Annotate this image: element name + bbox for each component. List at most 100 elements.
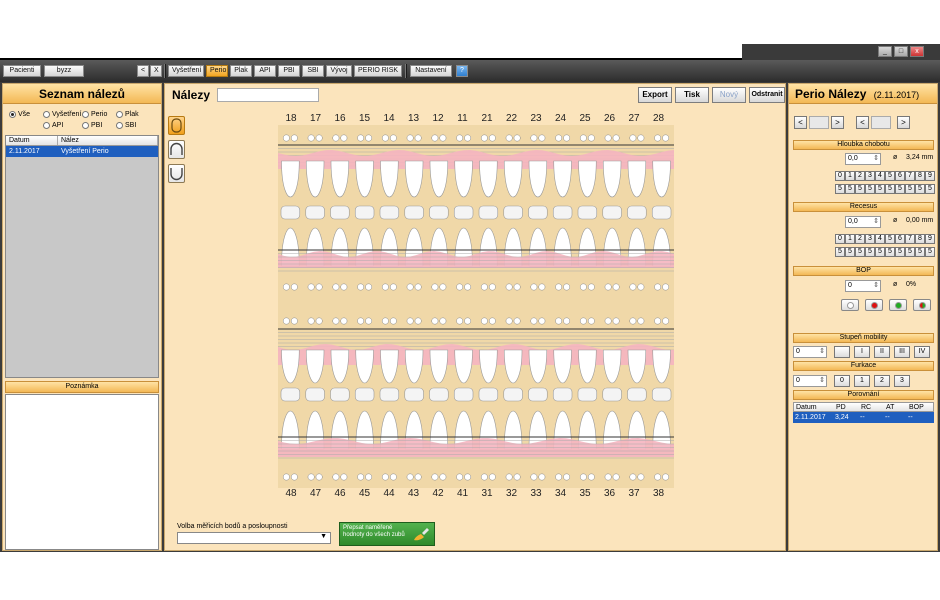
furcation-option-3[interactable]: 3 (894, 375, 910, 387)
recession-digit-button[interactable]: 4 (875, 234, 885, 244)
new-button[interactable]: Nový (712, 87, 746, 103)
tooth-number-lower[interactable]: 32 (502, 488, 522, 499)
furcation-input[interactable]: 0 (793, 375, 827, 387)
tooth-number-lower[interactable]: 41 (453, 488, 473, 499)
filter-plak[interactable]: Plak (116, 111, 139, 118)
recession-digit-button[interactable]: 5 (895, 247, 905, 257)
recession-digit-button[interactable]: 5 (855, 247, 865, 257)
tooth-number-lower[interactable]: 38 (649, 488, 669, 499)
recession-digit-button[interactable]: 1 (845, 234, 855, 244)
tooth-number-lower[interactable]: 33 (526, 488, 546, 499)
pocket-digit-button[interactable]: 5 (925, 184, 935, 194)
filter-perio[interactable]: Perio (82, 111, 107, 118)
sequence-select[interactable]: ▼ (177, 532, 331, 544)
pocket-digit-button[interactable]: 5 (845, 184, 855, 194)
tooth-number-upper[interactable]: 27 (624, 113, 644, 124)
tooth-number-upper[interactable]: 25 (575, 113, 595, 124)
tab-pbi[interactable]: PBI (278, 65, 300, 77)
tab-sbi[interactable]: SBI (302, 65, 324, 77)
recession-digit-button[interactable]: 5 (905, 247, 915, 257)
recession-digit-button[interactable]: 5 (865, 247, 875, 257)
close-patient-button[interactable]: X (150, 65, 162, 77)
bop-input[interactable]: 0 (845, 280, 881, 292)
recession-digit-button[interactable]: 0 (835, 234, 845, 244)
filter-all[interactable]: Vše (9, 111, 30, 118)
patient-name-field[interactable]: byzz (44, 65, 84, 77)
pocket-digit-button[interactable]: 5 (855, 184, 865, 194)
prev-tooth-button[interactable]: < (794, 116, 807, 129)
recession-digit-button[interactable]: 5 (875, 247, 885, 257)
tooth-number-upper[interactable]: 22 (502, 113, 522, 124)
tooth-number-upper[interactable]: 12 (428, 113, 448, 124)
tooth-number-upper[interactable]: 16 (330, 113, 350, 124)
tooth-number-upper[interactable]: 13 (404, 113, 424, 124)
recession-digit-button[interactable]: 5 (915, 247, 925, 257)
dental-chart[interactable] (278, 125, 674, 488)
pocket-digit-button[interactable]: 8 (915, 171, 925, 181)
tooth-number-lower[interactable]: 47 (306, 488, 326, 499)
pocket-digit-button[interactable]: 5 (885, 184, 895, 194)
recession-digit-button[interactable]: 8 (915, 234, 925, 244)
filter-vysetreni[interactable]: Vyšetření (43, 111, 81, 118)
pocket-digit-button[interactable]: 7 (905, 171, 915, 181)
tooth-number-lower[interactable]: 34 (551, 488, 571, 499)
next-tooth-button[interactable]: > (831, 116, 844, 129)
table-row[interactable]: 2.11.2017 Vyšetření Perio (6, 146, 158, 157)
recession-digit-button[interactable]: 5 (925, 247, 935, 257)
pocket-digit-button[interactable]: 5 (835, 184, 845, 194)
note-textarea[interactable] (5, 394, 159, 550)
tooth-number-lower[interactable]: 46 (330, 488, 350, 499)
recession-input[interactable]: 0,0 (845, 216, 881, 228)
tooth-number-lower[interactable]: 37 (624, 488, 644, 499)
lower-arch-tool[interactable] (168, 164, 185, 183)
tooth-number-upper[interactable]: 26 (600, 113, 620, 124)
patients-button[interactable]: Pacienti (3, 65, 41, 77)
recession-digit-button[interactable]: 5 (845, 247, 855, 257)
mobility-option-0[interactable] (834, 346, 850, 358)
filter-sbi[interactable]: SBI (116, 122, 136, 129)
recession-digit-button[interactable]: 6 (895, 234, 905, 244)
recession-digit-button[interactable]: 2 (855, 234, 865, 244)
tab-plak[interactable]: Plak (230, 65, 252, 77)
furcation-option-1[interactable]: 1 (854, 375, 870, 387)
upper-arch-tool[interactable] (168, 140, 185, 159)
maximize-button[interactable]: □ (894, 46, 908, 57)
tab-api[interactable]: API (254, 65, 276, 77)
tooth-number-lower[interactable]: 45 (355, 488, 375, 499)
pocket-digit-button[interactable]: 5 (905, 184, 915, 194)
settings-button[interactable]: Nastavení (410, 65, 452, 77)
tooth-number-lower[interactable]: 48 (281, 488, 301, 499)
prev-button[interactable]: < (137, 65, 149, 77)
recession-digit-button[interactable]: 5 (835, 247, 845, 257)
recession-digit-button[interactable]: 7 (905, 234, 915, 244)
next-site-button[interactable]: > (897, 116, 910, 129)
tooth-number-lower[interactable]: 44 (379, 488, 399, 499)
pocket-digit-button[interactable]: 5 (865, 184, 875, 194)
tooth-view-tool[interactable] (168, 116, 185, 135)
tooth-number-lower[interactable]: 31 (477, 488, 497, 499)
pocket-digit-button[interactable]: 2 (855, 171, 865, 181)
mobility-input[interactable]: 0 (793, 346, 827, 358)
tooth-number-upper[interactable]: 18 (281, 113, 301, 124)
table-row[interactable]: 2.11.2017 3,24 -- -- -- (793, 412, 934, 423)
pocket-digit-button[interactable]: 6 (895, 171, 905, 181)
pocket-digit-button[interactable]: 9 (925, 171, 935, 181)
tooth-number-upper[interactable]: 21 (477, 113, 497, 124)
tab-perio-risk[interactable]: PERIO RISK (354, 65, 402, 77)
recession-digit-button[interactable]: 5 (885, 247, 895, 257)
bop-bleeding-button[interactable] (865, 299, 883, 311)
apply-values-button[interactable]: Přepsat naměřené hodnoty do všech zubů (339, 522, 435, 546)
mobility-option-2[interactable]: II (874, 346, 890, 358)
pocket-digit-button[interactable]: 1 (845, 171, 855, 181)
pocket-depth-input[interactable]: 0,0 (845, 153, 881, 165)
pocket-digit-button[interactable]: 5 (915, 184, 925, 194)
remove-button[interactable]: Odstranit (749, 87, 785, 103)
recession-digit-button[interactable]: 3 (865, 234, 875, 244)
filter-pbi[interactable]: PBI (82, 122, 102, 129)
print-button[interactable]: Tisk (675, 87, 709, 103)
findings-name-input[interactable] (217, 88, 319, 102)
mobility-option-1[interactable]: I (854, 346, 870, 358)
tooth-number-upper[interactable]: 15 (355, 113, 375, 124)
recession-digit-button[interactable]: 5 (885, 234, 895, 244)
furcation-option-2[interactable]: 2 (874, 375, 890, 387)
